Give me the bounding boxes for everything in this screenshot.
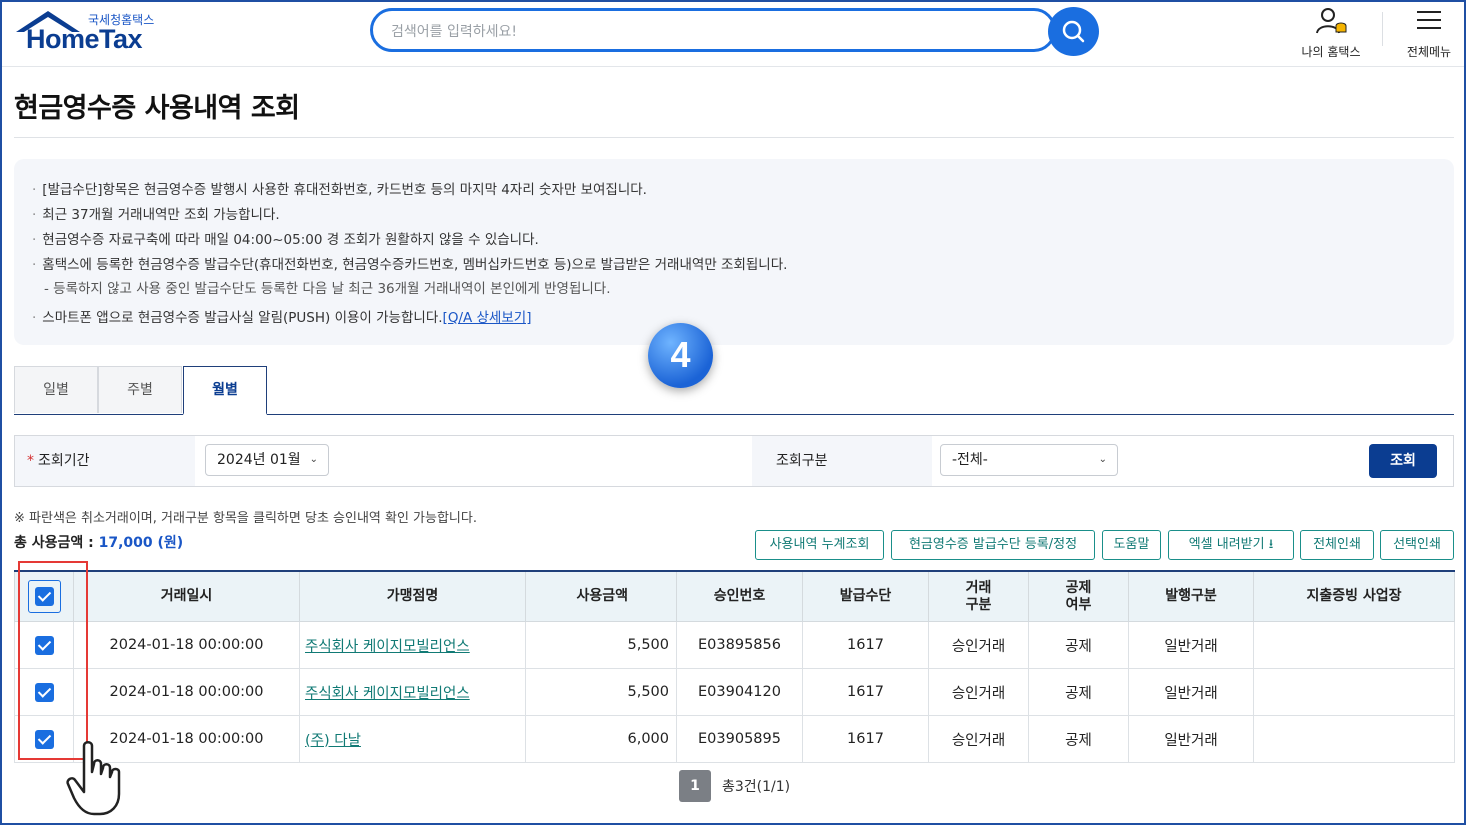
amount: 5,500 bbox=[525, 668, 677, 716]
deduction-status: 공제 bbox=[1028, 621, 1129, 669]
table-row: 2024-01-18 00:00:00 주식회사 케이지모빌리언스 5,500 … bbox=[14, 621, 1455, 669]
approval-number: E03905895 bbox=[676, 715, 803, 763]
deduction-status: 공제 bbox=[1028, 668, 1129, 716]
usage-table: 거래일시 가맹점명 사용금액 승인번호 발급수단 거래 구분 공제 여부 발행구… bbox=[14, 570, 1455, 763]
chevron-down-icon: ⌄ bbox=[309, 454, 318, 465]
logo-text: HomeTax bbox=[26, 24, 143, 54]
notice-box: · [발급수단]항목은 현금영수증 발행시 사용한 휴대전화번호, 카드번호 등의… bbox=[14, 159, 1454, 345]
query-button[interactable]: 조회 bbox=[1369, 444, 1437, 478]
chevron-down-icon: ⌄ bbox=[1098, 454, 1107, 465]
print-all-button[interactable]: 전체인쇄 bbox=[1300, 530, 1374, 560]
my-hometax-label: 나의 홈택스 bbox=[1301, 45, 1361, 59]
checkbox-highlight-box bbox=[18, 561, 88, 760]
header-divider bbox=[1382, 12, 1383, 46]
table-row: 2024-01-18 00:00:00 (주) 다날 6,000 E039058… bbox=[14, 715, 1455, 763]
notice-subitem: - 등록하지 않고 사용 중인 발급수단도 등록한 다음 날 최근 36개월 거… bbox=[44, 281, 611, 297]
my-hometax-menu[interactable]: 나의 홈택스 bbox=[1296, 6, 1366, 60]
search-icon bbox=[1062, 20, 1085, 43]
column-header[interactable]: 발급수단 bbox=[802, 570, 929, 622]
merchant-link[interactable]: 주식회사 케이지모빌리언스 bbox=[305, 686, 470, 702]
hamburger-icon bbox=[1417, 11, 1441, 29]
expense-business bbox=[1253, 715, 1455, 763]
print-selected-button[interactable]: 선택인쇄 bbox=[1380, 530, 1454, 560]
transaction-type[interactable]: 승인거래 bbox=[928, 621, 1029, 669]
transaction-datetime: 2024-01-18 00:00:00 bbox=[73, 668, 300, 716]
period-label: * 조회기간 bbox=[15, 436, 195, 486]
download-icon: ⭳ bbox=[1268, 537, 1274, 552]
merchant-link[interactable]: 주식회사 케이지모빌리언스 bbox=[305, 639, 470, 655]
expense-business bbox=[1253, 668, 1455, 716]
title-divider bbox=[14, 137, 1454, 138]
tab-daily[interactable]: 일별 bbox=[14, 366, 98, 413]
notice-item: · 현금영수증 자료구축에 따라 매일 04:00~05:00 경 조회가 원활하… bbox=[32, 232, 539, 248]
notice-item: · 최근 37개월 거래내역만 조회 가능합니다. bbox=[32, 207, 280, 223]
issue-method: 1617 bbox=[802, 668, 929, 716]
notice-item: · [발급수단]항목은 현금영수증 발행시 사용한 휴대전화번호, 카드번호 등의… bbox=[32, 182, 647, 198]
transaction-type[interactable]: 승인거래 bbox=[928, 668, 1029, 716]
search-box bbox=[370, 8, 1056, 52]
issue-method: 1617 bbox=[802, 715, 929, 763]
column-header[interactable]: 공제 여부 bbox=[1028, 570, 1129, 622]
expense-business bbox=[1253, 621, 1455, 669]
notice-item: · 스마트폰 앱으로 현금영수증 발급사실 알림(PUSH) 이용이 가능합니다.… bbox=[32, 310, 532, 326]
merchant-cell: 주식회사 케이지모빌리언스 bbox=[299, 668, 526, 716]
column-header[interactable]: 발행구분 bbox=[1128, 570, 1254, 622]
excel-download-button[interactable]: 엑셀 내려받기 ⭳ bbox=[1168, 530, 1294, 560]
merchant-cell: 주식회사 케이지모빌리언스 bbox=[299, 621, 526, 669]
period-select[interactable]: 2024년 01월 ⌄ bbox=[205, 444, 329, 476]
column-header[interactable]: 지출증빙 사업장 bbox=[1253, 570, 1455, 622]
page-number-button[interactable]: 1 bbox=[679, 770, 711, 802]
issue-type: 일반거래 bbox=[1128, 715, 1254, 763]
table-header-row: 거래일시 가맹점명 사용금액 승인번호 발급수단 거래 구분 공제 여부 발행구… bbox=[14, 570, 1455, 622]
hometax-logo[interactable]: 국세청홈택스 HomeTax bbox=[14, 8, 174, 60]
tab-monthly[interactable]: 월별 bbox=[183, 366, 267, 415]
cumulative-query-button[interactable]: 사용내역 누계조회 bbox=[755, 530, 884, 560]
notice-item: · 홈택스에 등록한 현금영수증 발급수단(휴대전화번호, 현금영수증카드번호, … bbox=[32, 257, 788, 273]
qa-detail-link[interactable]: [Q/A 상세보기] bbox=[443, 310, 532, 326]
period-tabs: 일별 주별 월별 bbox=[14, 366, 1454, 415]
transaction-datetime: 2024-01-18 00:00:00 bbox=[73, 621, 300, 669]
page-title: 현금영수증 사용내역 조회 bbox=[14, 93, 300, 124]
amount: 6,000 bbox=[525, 715, 677, 763]
amount: 5,500 bbox=[525, 621, 677, 669]
merchant-cell: (주) 다날 bbox=[299, 715, 526, 763]
column-header[interactable]: 가맹점명 bbox=[299, 570, 526, 622]
merchant-link[interactable]: (주) 다날 bbox=[305, 733, 361, 749]
top-header: 국세청홈택스 HomeTax 나의 홈택스 전체메뉴 bbox=[0, 0, 1466, 67]
all-menu-label: 전체메뉴 bbox=[1406, 45, 1452, 59]
register-method-button[interactable]: 현금영수증 발급수단 등록/정정 bbox=[891, 530, 1095, 560]
search-button[interactable] bbox=[1048, 7, 1099, 56]
approval-number: E03904120 bbox=[676, 668, 803, 716]
help-button[interactable]: 도움말 bbox=[1102, 530, 1161, 560]
transaction-type[interactable]: 승인거래 bbox=[928, 715, 1029, 763]
type-label: 조회구분 bbox=[752, 436, 932, 486]
issue-method: 1617 bbox=[802, 621, 929, 669]
page-summary: 총3건(1/1) bbox=[722, 779, 791, 795]
type-select[interactable]: -전체- ⌄ bbox=[940, 444, 1118, 476]
pointing-hand-icon bbox=[66, 741, 121, 816]
all-menu-button[interactable]: 전체메뉴 bbox=[1400, 6, 1458, 60]
tab-weekly[interactable]: 주별 bbox=[98, 366, 182, 413]
table-row: 2024-01-18 00:00:00 주식회사 케이지모빌리언스 5,500 … bbox=[14, 668, 1455, 716]
issue-type: 일반거래 bbox=[1128, 621, 1254, 669]
deduction-status: 공제 bbox=[1028, 715, 1129, 763]
column-header[interactable]: 사용금액 bbox=[525, 570, 677, 622]
issue-type: 일반거래 bbox=[1128, 668, 1254, 716]
search-input[interactable] bbox=[389, 19, 1033, 45]
user-bell-icon bbox=[1316, 8, 1347, 34]
column-header[interactable]: 승인번호 bbox=[676, 570, 803, 622]
search-panel: * 조회기간 2024년 01월 ⌄ 조회구분 -전체- ⌄ 조회 bbox=[14, 435, 1454, 487]
approval-number: E03895856 bbox=[676, 621, 803, 669]
column-header[interactable]: 거래 구분 bbox=[928, 570, 1029, 622]
cancel-note: ※ 파란색은 취소거래이며, 거래구분 항목을 클릭하면 당초 승인내역 확인 … bbox=[14, 511, 477, 526]
total-amount: 총 사용금액 : 17,000 (원) bbox=[14, 535, 184, 551]
column-header[interactable]: 거래일시 bbox=[73, 570, 300, 622]
